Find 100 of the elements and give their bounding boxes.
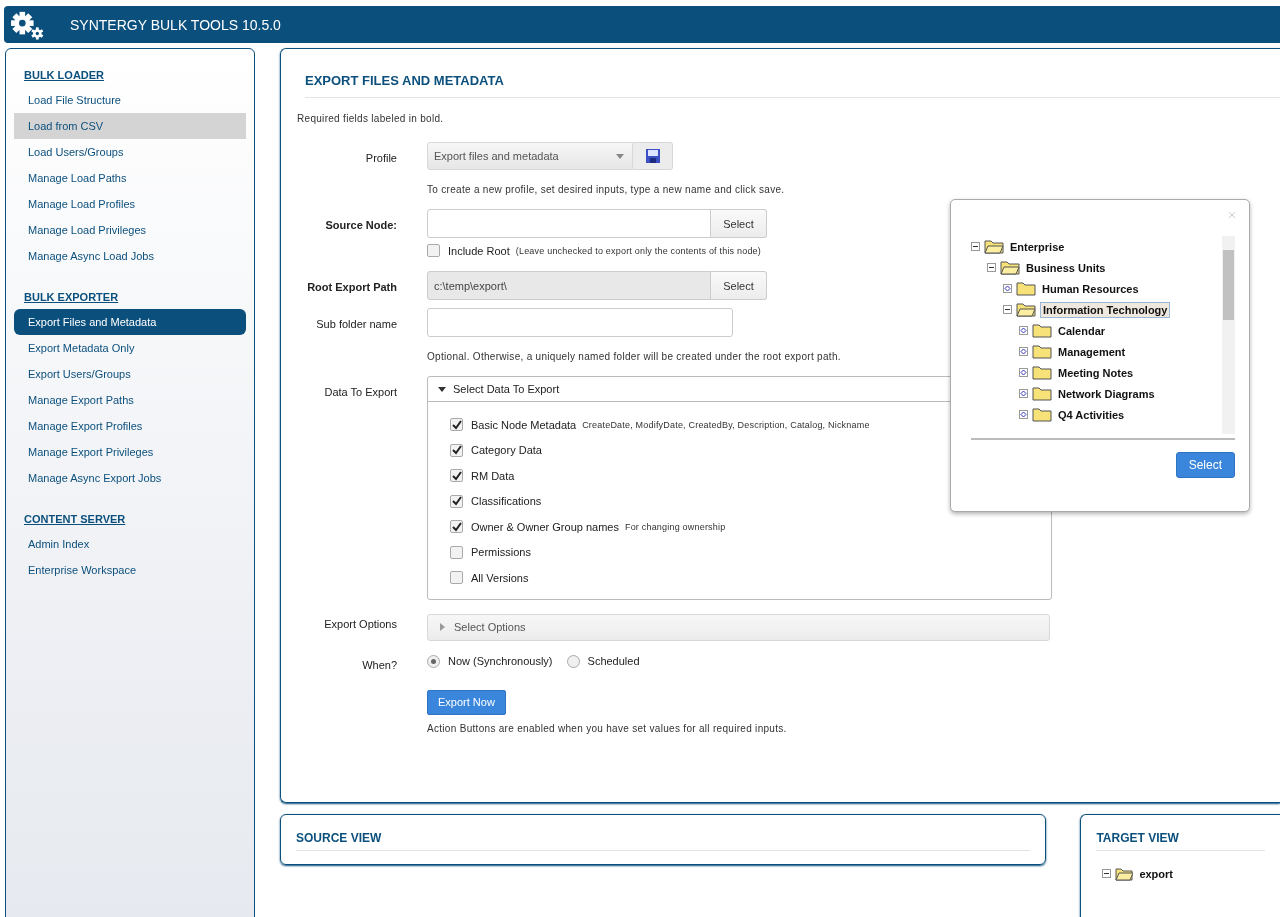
folder-icon (1115, 866, 1134, 881)
folder-icon (1016, 281, 1036, 296)
hint-text: For changing ownership (624, 521, 726, 532)
required-note: Required fields labeled in bold. (297, 113, 445, 124)
select-button[interactable]: Select (711, 209, 767, 238)
hint-text: CreateDate, ModifyDate, CreatedBy, Description, Catalog, Nickname (582, 419, 870, 430)
checkbox[interactable] (450, 520, 463, 534)
nav-item[interactable]: Manage Export Paths (14, 387, 246, 413)
nav-item[interactable]: Manage Async Load Jobs (14, 243, 246, 269)
folder-icon (1016, 302, 1036, 317)
folder-icon (1032, 386, 1052, 401)
tree-label[interactable]: Business Units (1024, 260, 1108, 275)
nav-item[interactable]: Load File Structure (14, 87, 246, 113)
tree-label[interactable]: Network Diagrams (1056, 386, 1157, 401)
checkbox-label: Include Root (448, 244, 510, 257)
nav-item[interactable]: Load from CSV (14, 113, 246, 139)
field-label: When? (361, 657, 397, 673)
collapse-icon[interactable] (987, 263, 996, 272)
radio-label: Scheduled (587, 655, 640, 667)
accordion-header[interactable]: Select Options (427, 613, 1050, 641)
expand-icon[interactable] (1003, 284, 1012, 293)
save-button[interactable] (633, 142, 673, 170)
caret-icon (438, 623, 446, 631)
export-now-button[interactable]: Export Now (427, 689, 506, 715)
checkbox-label: Basic Node Metadata (471, 418, 577, 431)
checkbox-label: Owner & Owner Group names (471, 520, 619, 533)
expand-icon[interactable] (1019, 410, 1028, 419)
radio-button[interactable] (566, 654, 580, 668)
help-text: To create a new profile, set desired inputs, type a new name and click save. (427, 184, 785, 195)
checkbox-label: All Versions (471, 571, 529, 584)
profile-dropdown[interactable]: Export files and metadata (427, 142, 633, 170)
folder-icon (1032, 344, 1052, 359)
gears-icon (8, 9, 46, 40)
tree-label[interactable]: Management (1056, 344, 1128, 359)
panel-title: SOURCE VIEW (296, 831, 1031, 851)
collapse-icon[interactable] (1102, 869, 1112, 878)
checkbox[interactable] (450, 418, 463, 432)
folder-icon (1032, 365, 1052, 380)
nav-item[interactable]: Manage Load Profiles (14, 191, 246, 217)
expand-icon[interactable] (1019, 347, 1028, 356)
nav-item[interactable]: Manage Async Export Jobs (14, 465, 246, 491)
caret-icon (616, 153, 624, 159)
tree-label[interactable]: Meeting Notes (1056, 365, 1136, 380)
nav-item[interactable]: Admin Index (14, 531, 246, 557)
tree-label[interactable]: Human Resources (1040, 281, 1141, 296)
tree-label[interactable]: Calendar (1056, 323, 1108, 338)
help-text: Action Buttons are enabled when you have set values for all required inputs. (427, 722, 787, 734)
nav-item[interactable]: Export Metadata Only (14, 335, 246, 361)
folder-icon (984, 239, 1004, 254)
checkbox-label: RM Data (471, 469, 515, 482)
nav-item[interactable]: Load Users/Groups (14, 139, 246, 165)
page-title: EXPORT FILES AND METADATA (305, 73, 1280, 98)
expand-icon[interactable] (1019, 326, 1028, 335)
nav-item[interactable]: Export Files and Metadata (14, 309, 246, 335)
checkbox[interactable] (427, 244, 440, 257)
expand-icon[interactable] (1019, 368, 1028, 377)
tree-label[interactable]: Q4 Activities (1056, 407, 1127, 422)
collapse-icon[interactable] (1003, 305, 1012, 314)
section-heading[interactable]: BULK EXPORTER (14, 285, 129, 309)
nav-item[interactable]: Manage Load Privileges (14, 217, 246, 243)
checkbox[interactable] (450, 494, 463, 508)
folder-icon (1032, 323, 1052, 338)
collapse-icon[interactable] (971, 242, 980, 251)
sub-folder-field[interactable] (427, 308, 733, 337)
nav-item[interactable]: Export Users/Groups (14, 361, 246, 387)
field-label: Data To Export (323, 385, 397, 400)
select-button[interactable]: Select (711, 271, 767, 300)
field-label: Profile (364, 151, 397, 166)
nav-item[interactable]: Manage Export Privileges (14, 439, 246, 465)
section-heading[interactable]: CONTENT SERVER (14, 507, 136, 531)
source-node-field[interactable] (427, 209, 711, 238)
hint-text: (Leave unchecked to export only the contents of this node) (515, 245, 761, 256)
checkbox-label: Classifications (471, 495, 542, 508)
app-title: SYNTERGY BULK TOOLS 10.5.0 (70, 16, 281, 33)
field-label: Sub folder name (315, 317, 397, 332)
root-path-field[interactable]: c:\temp\export\ (427, 271, 711, 300)
field-label: Export Options (323, 616, 397, 632)
field-label: Source Node: (324, 218, 397, 233)
nav-item[interactable]: Manage Export Profiles (14, 413, 246, 439)
folder-icon (1000, 260, 1020, 275)
checkbox[interactable] (450, 571, 463, 585)
tree-label[interactable]: Information Technology (1040, 301, 1171, 318)
folder-icon (1032, 407, 1052, 422)
nav-item[interactable]: Manage Load Paths (14, 165, 246, 191)
panel-title: TARGET VIEW (1096, 831, 1265, 851)
checkbox-label: Category Data (471, 444, 542, 457)
checkbox[interactable] (450, 545, 463, 559)
expand-icon[interactable] (1019, 389, 1028, 398)
checkbox-label: Permissions (471, 546, 531, 559)
radio-label: Now (Synchronously) (448, 655, 553, 667)
field-label: Root Export Path (306, 280, 397, 295)
section-heading[interactable]: BULK LOADER (14, 63, 115, 87)
tree-label[interactable]: Enterprise (1008, 239, 1067, 254)
checkbox[interactable] (450, 443, 463, 457)
tree-label[interactable]: export (1137, 866, 1175, 881)
radio-button[interactable] (427, 654, 440, 668)
caret-icon (438, 385, 446, 393)
nav-item[interactable]: Enterprise Workspace (14, 557, 246, 583)
checkbox[interactable] (450, 469, 463, 483)
select-button[interactable]: Select (1175, 452, 1235, 478)
